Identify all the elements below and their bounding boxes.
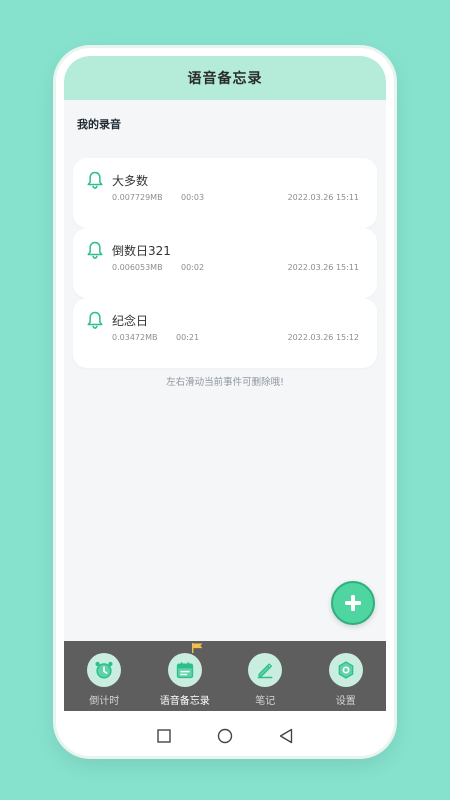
recent-apps-button[interactable] xyxy=(154,726,174,746)
bell-icon xyxy=(87,171,103,189)
recording-duration: 00:02 xyxy=(181,263,205,272)
recording-name: 倒数日321 xyxy=(112,244,171,258)
recording-name: 大多数 xyxy=(112,174,149,188)
tab-notes[interactable]: 笔记 xyxy=(228,641,302,707)
recording-size: 0.03472MB xyxy=(112,333,158,342)
bell-icon xyxy=(87,241,103,259)
alarm-clock-icon xyxy=(95,661,113,679)
hexagon-settings-icon xyxy=(338,661,354,679)
recording-size: 0.007729MB xyxy=(112,193,163,202)
flag-icon xyxy=(191,643,203,653)
tab-countdown[interactable]: 倒计时 xyxy=(67,641,141,707)
swipe-hint: 左右滑动当前事件可删除哦! xyxy=(166,377,284,388)
recording-name: 纪念日 xyxy=(112,314,149,328)
add-recording-button[interactable] xyxy=(331,581,375,625)
tab-voice-memo[interactable]: 语音备忘录 xyxy=(148,641,222,707)
recording-date: 2022.03.26 15:11 xyxy=(287,193,359,202)
system-nav-bar xyxy=(64,711,386,756)
recording-card[interactable]: 纪念日 0.03472MB 00:21 2022.03.26 15:12 xyxy=(73,298,377,368)
recording-size: 0.006053MB xyxy=(112,263,163,272)
tab-label: 倒计时 xyxy=(89,696,120,707)
recording-date: 2022.03.26 15:11 xyxy=(287,263,359,272)
back-triangle-icon xyxy=(279,728,292,743)
calendar-icon xyxy=(176,662,193,679)
tab-settings[interactable]: 设置 xyxy=(309,641,383,707)
phone-frame: 语音备忘录 我的录音 大多数 0.007729MB 00:03 2022.03.… xyxy=(56,48,394,756)
recording-date: 2022.03.26 15:12 xyxy=(287,333,359,342)
back-button[interactable] xyxy=(276,726,296,746)
tab-label: 语音备忘录 xyxy=(159,696,210,707)
circle-icon xyxy=(217,728,233,743)
bottom-tab-bar: 倒计时 语音备忘录 笔记 设置 xyxy=(64,641,386,711)
pen-icon xyxy=(257,663,273,679)
recording-card[interactable]: 大多数 0.007729MB 00:03 2022.03.26 15:11 xyxy=(73,158,377,228)
square-icon xyxy=(157,728,172,743)
tab-label: 设置 xyxy=(335,696,356,707)
home-button[interactable] xyxy=(215,726,235,746)
tab-label: 笔记 xyxy=(255,696,276,707)
bell-icon xyxy=(87,311,103,329)
plus-icon xyxy=(345,595,361,611)
section-title: 我的录音 xyxy=(77,118,121,131)
top-bar: 语音备忘录 xyxy=(64,56,386,100)
recording-duration: 00:21 xyxy=(176,333,200,342)
recording-duration: 00:03 xyxy=(181,193,205,202)
page-title: 语音备忘录 xyxy=(187,71,263,87)
app-screen: 语音备忘录 我的录音 大多数 0.007729MB 00:03 2022.03.… xyxy=(64,56,386,756)
recording-card[interactable]: 倒数日321 0.006053MB 00:02 2022.03.26 15:11 xyxy=(73,228,377,298)
